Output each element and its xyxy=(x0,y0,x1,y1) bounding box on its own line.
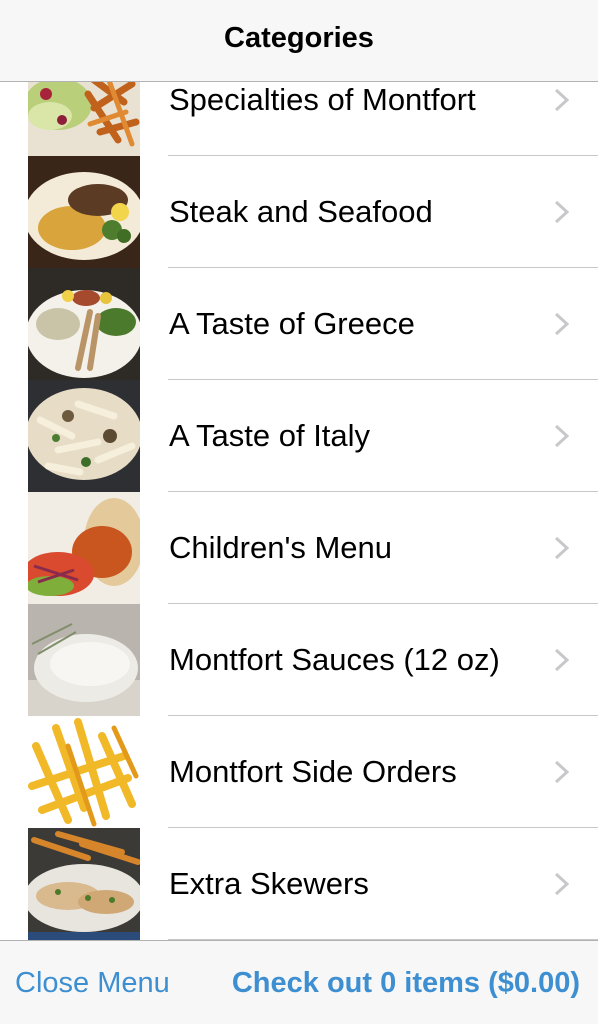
category-list[interactable]: Specialties of Montfort Steak and Seafoo… xyxy=(0,44,598,940)
food-fries-image xyxy=(28,716,140,828)
food-greek-plate-image xyxy=(28,268,140,380)
category-label: A Taste of Italy xyxy=(169,418,371,453)
chevron-right-icon xyxy=(554,312,570,336)
bottom-toolbar: Close Menu Check out 0 items ($0.00) xyxy=(0,940,598,1024)
category-label: Extra Skewers xyxy=(169,866,369,901)
food-sauce-image xyxy=(28,604,140,716)
food-skewers-image xyxy=(28,828,140,940)
category-row-greece[interactable]: A Taste of Greece xyxy=(0,268,598,380)
page-title: Categories xyxy=(224,22,374,54)
chevron-right-icon xyxy=(554,760,570,784)
category-label: Montfort Side Orders xyxy=(169,754,457,789)
category-label: Steak and Seafood xyxy=(169,194,433,229)
category-row-sauces[interactable]: Montfort Sauces (12 oz) xyxy=(0,604,598,716)
category-row-steak-seafood[interactable]: Steak and Seafood xyxy=(0,156,598,268)
category-row-side-orders[interactable]: Montfort Side Orders xyxy=(0,716,598,828)
navigation-bar: Categories xyxy=(0,0,598,82)
close-menu-button[interactable]: Close Menu xyxy=(15,941,170,1025)
food-steak-image xyxy=(28,156,140,268)
category-label: Montfort Sauces (12 oz) xyxy=(169,642,500,677)
category-row-italy[interactable]: A Taste of Italy xyxy=(0,380,598,492)
chevron-right-icon xyxy=(554,88,570,112)
food-pasta-image xyxy=(28,380,140,492)
chevron-right-icon xyxy=(554,536,570,560)
category-row-childrens-menu[interactable]: Children's Menu xyxy=(0,492,598,604)
chevron-right-icon xyxy=(554,200,570,224)
category-label: A Taste of Greece xyxy=(169,306,415,341)
chevron-right-icon xyxy=(554,424,570,448)
category-label: Children's Menu xyxy=(169,530,393,565)
food-wrap-image xyxy=(28,492,140,604)
chevron-right-icon xyxy=(554,648,570,672)
chevron-right-icon xyxy=(554,872,570,896)
checkout-button[interactable]: Check out 0 items ($0.00) xyxy=(232,941,580,1025)
category-row-extra-skewers[interactable]: Extra Skewers xyxy=(0,828,598,940)
